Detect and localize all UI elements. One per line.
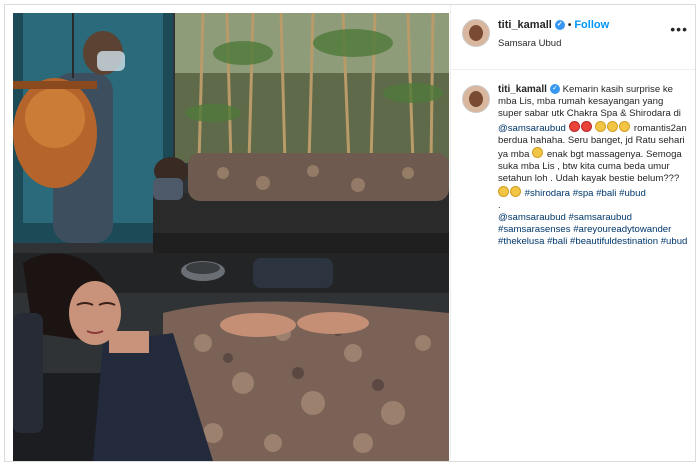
caption-text: titi_kamall ✓ Kemarin kasih surprise ke m… <box>498 84 688 249</box>
instagram-post: titi_kamall ✓ • Follow Samsara Ubud ••• tit… <box>4 4 696 462</box>
post-header: titi_kamall ✓ • Follow Samsara Ubud ••• <box>451 5 695 70</box>
verified-badge-icon: ✓ <box>554 20 565 31</box>
location-link[interactable]: Samsara Ubud <box>498 38 561 49</box>
hashtag-link[interactable]: #bali <box>596 188 616 199</box>
avatar[interactable] <box>462 19 490 47</box>
post-sidebar: titi_kamall ✓ • Follow Samsara Ubud ••• tit… <box>450 5 695 461</box>
grinning-emoji-icon <box>532 147 544 159</box>
hashtag-link[interactable]: #samsarasenses <box>498 224 571 235</box>
hashtag-link[interactable]: #ubud <box>661 236 688 247</box>
mention-samsaraubud[interactable]: @samsaraubud <box>498 212 566 223</box>
caption-avatar[interactable] <box>462 85 490 113</box>
hashtag-link[interactable]: #beautifuldestination <box>570 236 658 247</box>
hashtag-link[interactable]: #bali <box>547 236 567 247</box>
spa-scene-image <box>13 13 449 461</box>
follow-button[interactable]: Follow <box>574 19 609 31</box>
grinning-emoji-icon <box>498 185 509 197</box>
caption-username-link[interactable]: titi_kamall <box>498 84 547 95</box>
hashtag-link[interactable]: #areyoureadytowander <box>573 224 671 235</box>
grinning-emoji-icon <box>595 120 607 132</box>
username-link[interactable]: titi_kamall <box>498 19 552 31</box>
mention-samsaraubud[interactable]: @samsaraubud <box>498 123 566 134</box>
hashtag-link[interactable]: #samsaraubud <box>569 212 632 223</box>
hashtag-link[interactable]: #spa <box>573 188 594 199</box>
hashtag-link[interactable]: #shirodara <box>525 188 570 199</box>
caption-separator: . <box>498 199 501 211</box>
heart-eyes-emoji-icon <box>568 120 580 132</box>
grinning-emoji-icon <box>510 185 521 197</box>
grinning-emoji-icon <box>607 120 619 132</box>
hashtag-link[interactable]: #ubud <box>619 188 646 199</box>
hashtag-link[interactable]: #thekelusa <box>498 236 544 247</box>
verified-badge-icon: ✓ <box>549 84 560 95</box>
post-photo[interactable] <box>13 13 449 461</box>
more-options-icon[interactable]: ••• <box>670 21 688 37</box>
heart-eyes-emoji-icon <box>580 120 592 132</box>
grinning-emoji-icon <box>619 120 631 132</box>
separator-dot: • <box>567 20 572 31</box>
